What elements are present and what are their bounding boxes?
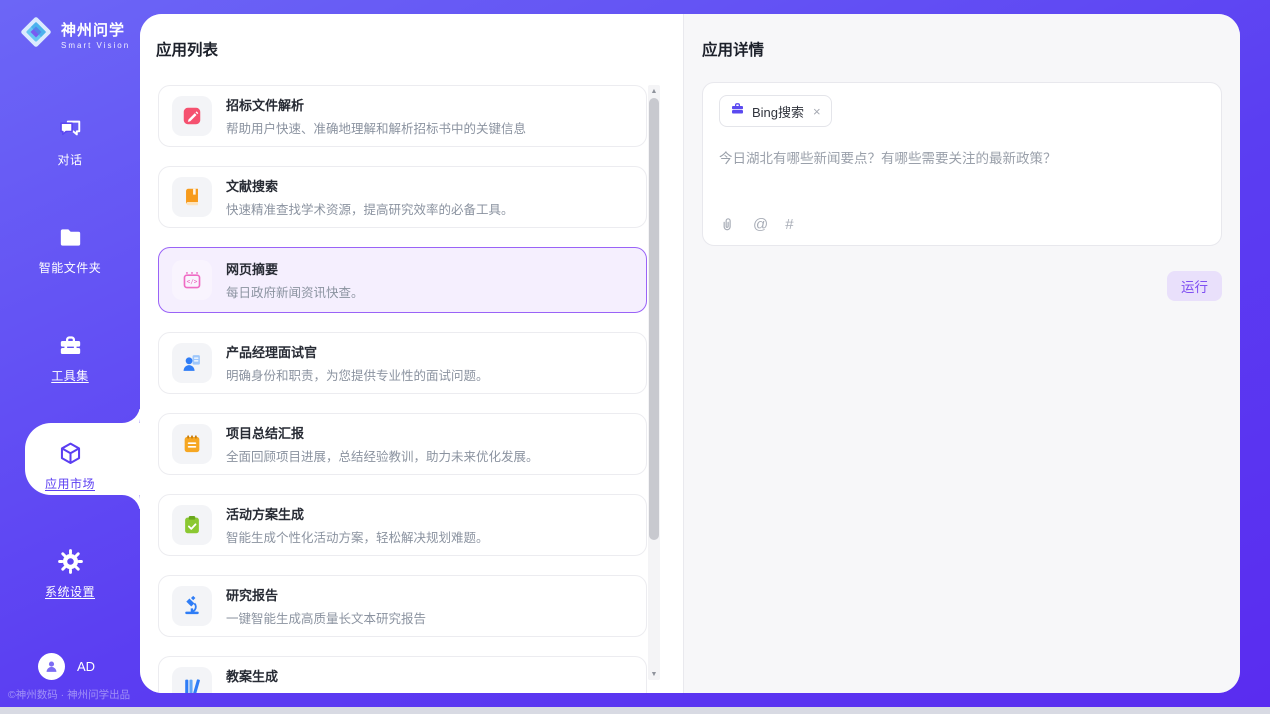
chat-bubble-icon bbox=[56, 115, 84, 143]
app-card-texts: 活动方案生成智能生成个性化活动方案，轻松解决规划难题。 bbox=[226, 504, 489, 546]
app-desc: 一键智能生成高质量长文本研究报告 bbox=[226, 608, 426, 627]
app-name: 活动方案生成 bbox=[226, 504, 489, 523]
prompt-toolbar: @ # bbox=[719, 216, 794, 233]
app-card-texts: 产品经理面试官明确身份和职责，为您提供专业性的面试问题。 bbox=[226, 342, 489, 384]
user-avatar-icon bbox=[38, 653, 65, 680]
books-icon bbox=[172, 667, 212, 693]
app-list-title: 应用列表 bbox=[156, 38, 218, 60]
app-card-texts: 教案生成模板驱动，教案秒成，教学准备从此轻松快捷 bbox=[226, 666, 476, 693]
pen-square-icon bbox=[172, 96, 212, 136]
app-card-1[interactable]: 招标文件解析帮助用户快速、准确地理解和解析招标书中的关键信息 bbox=[158, 85, 647, 147]
sidebar-item-label: 工具集 bbox=[51, 367, 89, 384]
app-card-8[interactable]: 教案生成模板驱动，教案秒成，教学准备从此轻松快捷 bbox=[158, 656, 647, 693]
scroll-up-icon[interactable]: ▲ bbox=[648, 85, 660, 97]
app-desc: 每日政府新闻资讯快查。 bbox=[226, 282, 364, 301]
clipboard-check-icon bbox=[172, 505, 212, 545]
sidebar-nav: 对话 智能文件夹 工具集 应用市场系统设置 bbox=[0, 104, 140, 644]
app-card-6[interactable]: 活动方案生成智能生成个性化活动方案，轻松解决规划难题。 bbox=[158, 494, 647, 556]
at-icon[interactable]: @ bbox=[753, 216, 768, 233]
user-row[interactable]: AD bbox=[38, 653, 95, 680]
book-icon bbox=[172, 177, 212, 217]
app-name: 文献搜索 bbox=[226, 176, 514, 195]
app-card-list: 招标文件解析帮助用户快速、准确地理解和解析招标书中的关键信息 文献搜索快速精准查… bbox=[158, 85, 647, 693]
tool-chip-bing-search[interactable]: Bing搜索 × bbox=[719, 95, 832, 127]
tool-chip-label: Bing搜索 bbox=[752, 102, 804, 121]
app-card-texts: 文献搜索快速精准查找学术资源，提高研究效率的必备工具。 bbox=[226, 176, 514, 218]
sidebar-item-label: 应用市场 bbox=[45, 475, 95, 492]
bottom-strip bbox=[0, 707, 1270, 714]
sidebar-item-app-market[interactable]: 应用市场 bbox=[0, 428, 140, 536]
sidebar-item-chat[interactable]: 对话 bbox=[0, 104, 140, 212]
app-name: 教案生成 bbox=[226, 666, 476, 685]
briefcase-icon bbox=[730, 101, 745, 121]
microscope-icon bbox=[172, 586, 212, 626]
notepad-icon bbox=[172, 424, 212, 464]
scrollbar-thumb[interactable] bbox=[649, 98, 659, 540]
app-name: 研究报告 bbox=[226, 585, 426, 604]
app-card-4[interactable]: 产品经理面试官明确身份和职责，为您提供专业性的面试问题。 bbox=[158, 332, 647, 394]
sidebar-item-toolkit[interactable]: 工具集 bbox=[0, 320, 140, 428]
app-detail-panel: 应用详情 Bing搜索 × 今日湖北有哪些新闻要点？有哪些需要关注的最新政策？ bbox=[683, 14, 1240, 693]
app-name: 网页摘要 bbox=[226, 259, 364, 278]
run-button[interactable]: 运行 bbox=[1167, 271, 1222, 301]
prompt-card[interactable]: Bing搜索 × 今日湖北有哪些新闻要点？有哪些需要关注的最新政策？ @ # bbox=[702, 82, 1222, 246]
app-card-texts: 网页摘要每日政府新闻资讯快查。 bbox=[226, 259, 364, 301]
app-desc: 帮助用户快速、准确地理解和解析招标书中的关键信息 bbox=[226, 118, 526, 137]
brand-subtitle: Smart Vision bbox=[61, 41, 130, 50]
app-card-texts: 招标文件解析帮助用户快速、准确地理解和解析招标书中的关键信息 bbox=[226, 95, 526, 137]
sidebar-item-smart-folders[interactable]: 智能文件夹 bbox=[0, 212, 140, 320]
brand-text: 神州问学 Smart Vision bbox=[61, 19, 130, 50]
folder-icon bbox=[56, 223, 84, 251]
sidebar-item-label: 智能文件夹 bbox=[39, 259, 102, 276]
diamond-logo-icon bbox=[18, 14, 54, 55]
interviewer-icon bbox=[172, 343, 212, 383]
app-detail-title: 应用详情 bbox=[702, 38, 764, 60]
content-shell: 应用列表 招标文件解析帮助用户快速、准确地理解和解析招标书中的关键信息 文献搜索… bbox=[140, 14, 1240, 693]
brand-name: 神州问学 bbox=[61, 19, 130, 40]
app-name: 项目总结汇报 bbox=[226, 423, 539, 442]
hash-icon[interactable]: # bbox=[785, 216, 793, 233]
sidebar-item-label: 系统设置 bbox=[45, 583, 95, 600]
sidebar-item-settings[interactable]: 系统设置 bbox=[0, 536, 140, 644]
app-name: 产品经理面试官 bbox=[226, 342, 489, 361]
scroll-down-icon[interactable]: ▼ bbox=[648, 668, 660, 680]
app-card-3[interactable]: </> 网页摘要每日政府新闻资讯快查。 bbox=[158, 247, 647, 313]
copyright-footer: ©神州数码 · 神州问学出品 bbox=[8, 687, 130, 702]
app-desc: 智能生成个性化活动方案，轻松解决规划难题。 bbox=[226, 527, 489, 546]
browser-code-icon: </> bbox=[172, 260, 212, 300]
app-card-texts: 项目总结汇报全面回顾项目进展，总结经验教训，助力未来优化发展。 bbox=[226, 423, 539, 465]
scrollbar[interactable]: ▲ ▼ bbox=[648, 85, 660, 680]
app-name: 招标文件解析 bbox=[226, 95, 526, 114]
app-desc: 快速精准查找学术资源，提高研究效率的必备工具。 bbox=[226, 199, 514, 218]
user-name: AD bbox=[77, 659, 95, 674]
app-list-panel: 应用列表 招标文件解析帮助用户快速、准确地理解和解析招标书中的关键信息 文献搜索… bbox=[140, 14, 683, 693]
brand: 神州问学 Smart Vision bbox=[18, 14, 130, 55]
app-card-texts: 研究报告一键智能生成高质量长文本研究报告 bbox=[226, 585, 426, 627]
close-icon[interactable]: × bbox=[813, 104, 821, 119]
prompt-input[interactable]: 今日湖北有哪些新闻要点？有哪些需要关注的最新政策？ bbox=[719, 149, 1205, 169]
cube-icon bbox=[56, 439, 84, 467]
paperclip-icon[interactable] bbox=[719, 216, 736, 233]
sidebar: 神州问学 Smart Vision 对话 智能文件夹 工具集 应用市场系统设置 … bbox=[0, 0, 140, 707]
sidebar-item-label: 对话 bbox=[57, 151, 82, 168]
gear-icon bbox=[56, 547, 84, 575]
app-desc: 全面回顾项目进展，总结经验教训，助力未来优化发展。 bbox=[226, 446, 539, 465]
app-card-5[interactable]: 项目总结汇报全面回顾项目进展，总结经验教训，助力未来优化发展。 bbox=[158, 413, 647, 475]
app-card-7[interactable]: 研究报告一键智能生成高质量长文本研究报告 bbox=[158, 575, 647, 637]
app-window: 神州问学 Smart Vision 对话 智能文件夹 工具集 应用市场系统设置 … bbox=[0, 0, 1270, 714]
app-desc: 模板驱动，教案秒成，教学准备从此轻松快捷 bbox=[226, 689, 476, 693]
app-card-2[interactable]: 文献搜索快速精准查找学术资源，提高研究效率的必备工具。 bbox=[158, 166, 647, 228]
toolbox-icon bbox=[56, 331, 84, 359]
svg-text:</>: </> bbox=[187, 279, 198, 286]
app-desc: 明确身份和职责，为您提供专业性的面试问题。 bbox=[226, 365, 489, 384]
